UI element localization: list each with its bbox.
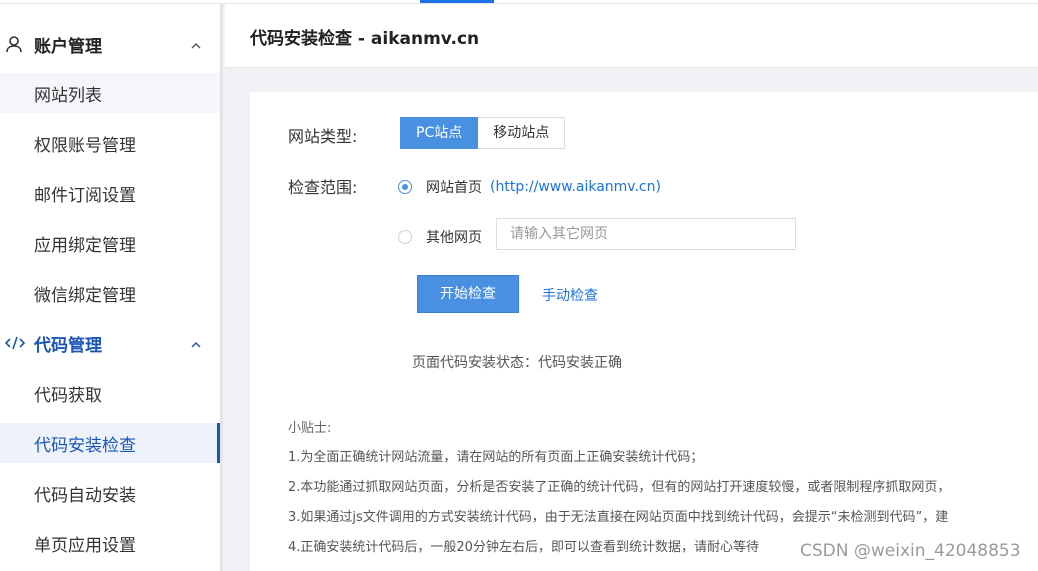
sidebar-item-site-list[interactable]: 网站列表 [0, 73, 220, 113]
site-type-mobile-button[interactable]: 移动站点 [478, 117, 566, 149]
page-header: 代码安装检查 - aikanmv.cn [225, 4, 1038, 68]
sidebar: 账户管理 网站列表 权限账号管理 邮件订阅设置 应用绑定管理 微信绑定管理 代码… [0, 4, 223, 571]
sidebar-group-code[interactable]: 代码管理 [0, 318, 220, 368]
scope-home-option[interactable]: 网站首页 (http://www.aikanmv.cn) [398, 177, 661, 197]
sidebar-item-permission-accounts[interactable]: 权限账号管理 [0, 123, 220, 163]
tip-item: 2.本功能通过抓取网站页面，分析是否安装了正确的统计代码，但有的网站打开速度较慢… [288, 480, 951, 495]
other-page-input[interactable]: 请输入其它网页 [496, 218, 796, 250]
tip-item: 3.如果通过js文件调用的方式安装统计代码，由于无法直接在网站页面中找到统计代码… [288, 510, 949, 525]
page-title: 代码安装检查 - aikanmv.cn [250, 29, 480, 49]
scope-other-option[interactable]: 其他网页 [398, 227, 482, 247]
scope-label: 检查范围: [288, 178, 358, 197]
chevron-up-icon [190, 37, 202, 56]
tips-title: 小贴士: [288, 421, 332, 436]
scope-home-radio[interactable] [398, 180, 412, 194]
app-root: 账户管理 网站列表 权限账号管理 邮件订阅设置 应用绑定管理 微信绑定管理 代码… [0, 0, 1038, 571]
site-type-pc-button[interactable]: PC站点 [400, 117, 479, 149]
sidebar-item-code-auto-install[interactable]: 代码自动安装 [0, 473, 220, 513]
code-icon [0, 336, 34, 350]
install-status-text: 页面代码安装状态：代码安装正确 [412, 355, 622, 371]
chevron-up-icon [190, 336, 202, 355]
site-type-segmented: PC站点 移动站点 [400, 117, 566, 149]
sidebar-group-label: 账户管理 [34, 36, 102, 57]
scope-home-url: (http://www.aikanmv.cn) [490, 179, 661, 195]
sidebar-item-spa-settings[interactable]: 单页应用设置 [0, 523, 220, 563]
tip-item: 1.为全面正确统计网站流量，请在网站的所有页面上正确安装统计代码； [288, 450, 704, 465]
sidebar-item-app-binding[interactable]: 应用绑定管理 [0, 223, 220, 263]
sidebar-item-code-install-check[interactable]: 代码安装检查 [0, 423, 220, 463]
site-type-label: 网站类型: [288, 127, 358, 146]
sidebar-group-label: 代码管理 [34, 335, 102, 356]
scope-other-label: 其他网页 [426, 230, 482, 246]
sidebar-group-account[interactable]: 账户管理 [0, 19, 220, 69]
sidebar-item-wechat-binding[interactable]: 微信绑定管理 [0, 273, 220, 313]
user-icon [0, 35, 34, 53]
top-nav-active-indicator [420, 0, 494, 3]
start-check-button[interactable]: 开始检查 [417, 275, 519, 313]
tip-item: 4.正确安装统计代码后，一般20分钟左右后，即可以查看到统计数据，请耐心等待 [288, 540, 759, 555]
watermark-text: CSDN @weixin_42048853 [800, 541, 1021, 561]
scope-home-label: 网站首页 [426, 180, 482, 196]
sidebar-item-code-get[interactable]: 代码获取 [0, 373, 220, 413]
scope-other-radio[interactable] [398, 230, 412, 244]
sidebar-scrollbar[interactable] [220, 4, 223, 571]
sidebar-item-email-subscription[interactable]: 邮件订阅设置 [0, 173, 220, 213]
manual-check-link[interactable]: 手动检查 [542, 285, 598, 305]
check-panel: 网站类型: PC站点 移动站点 检查范围: 网站首页 (http://www.a… [250, 92, 1038, 571]
